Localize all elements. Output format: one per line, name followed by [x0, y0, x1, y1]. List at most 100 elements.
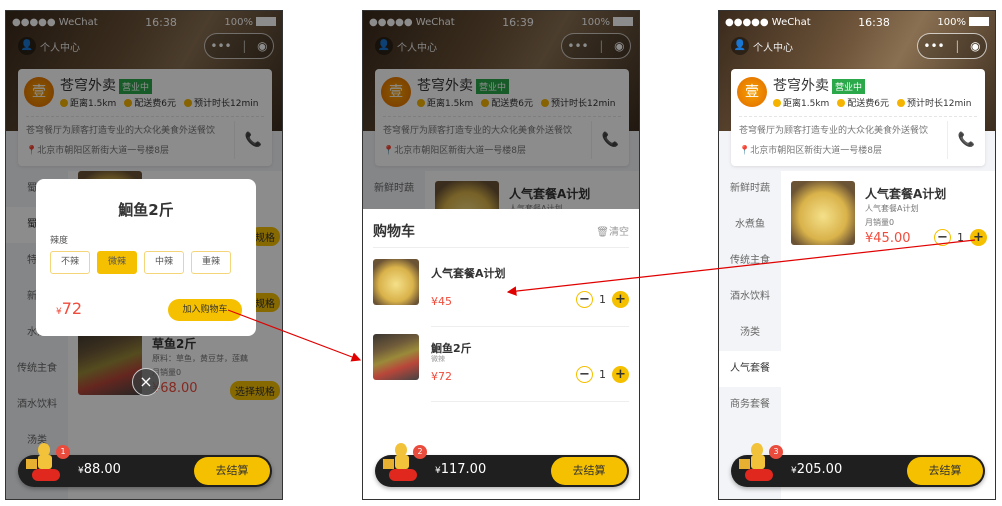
divider	[431, 401, 629, 402]
store-address: 北京市朝阳区新街大道一号楼8层	[750, 146, 882, 156]
category-item[interactable]: 传统主食	[719, 243, 781, 279]
cart-count-badge: 3	[769, 445, 783, 459]
cart-title: 购物车	[373, 224, 415, 240]
cart-item-price: ¥72	[431, 370, 452, 383]
eta: 预计时长12min	[907, 99, 972, 109]
cart-item-price: ¥45	[431, 295, 452, 308]
category-item[interactable]: 商务套餐	[719, 387, 781, 423]
user-center-link[interactable]: 👤 个人中心	[731, 37, 793, 55]
store-status-badge: 营业中	[832, 78, 866, 94]
user-center-label: 个人中心	[753, 42, 793, 54]
cart-bar: 2 ¥117.00 去结算	[375, 443, 629, 487]
phone-call-icon[interactable]: 📞	[947, 121, 985, 159]
spice-option[interactable]: 不辣	[50, 251, 90, 274]
divider	[431, 326, 629, 327]
spice-level-label: 辣度	[50, 236, 69, 246]
delivery-rider-icon[interactable]	[26, 443, 60, 483]
delivery-rider-icon[interactable]	[739, 443, 773, 483]
cart-item-image	[373, 259, 419, 305]
modal-price: ¥72	[56, 299, 82, 318]
close-modal-icon[interactable]: ×	[132, 368, 160, 396]
cart-item-spec: 微辣	[431, 355, 445, 363]
phone-screen-3: ●●●●● WeChat 16:38 100% 👤 个人中心 ••• | ◉ 壹 苍穹外卖…	[718, 10, 996, 500]
quantity-stepper: −1 +	[576, 366, 629, 383]
dish-description: 人气套餐A计划	[865, 204, 919, 213]
cart-count-badge: 2	[413, 445, 427, 459]
store-name-row: 苍穹外卖 营业中	[773, 75, 866, 95]
store-name: 苍穹外卖	[773, 78, 829, 94]
cart-total: ¥88.00	[78, 462, 121, 477]
cart-item-name: 人气套餐A计划	[431, 267, 506, 280]
clear-label: 清空	[609, 227, 629, 238]
mini-program-capsule: ••• | ◉	[917, 33, 987, 59]
total-value: 117.00	[440, 462, 487, 477]
category-item[interactable]: 汤类	[719, 315, 781, 351]
cart-count-badge: 1	[56, 445, 70, 459]
cart-total: ¥117.00	[435, 462, 486, 477]
divider	[373, 247, 629, 248]
quantity-value: 1	[599, 293, 606, 306]
category-item[interactable]: 水煮鱼	[719, 207, 781, 243]
price-value: 72	[61, 299, 83, 318]
phone-screen-1: ●●●●● WeChat 16:38 100% 👤 个人中心 ••• | ◉ 壹 苍穹外卖…	[5, 10, 283, 500]
cart-item: 人气套餐A计划 ¥45 −1 +	[373, 259, 629, 327]
store-description: 苍穹餐厅为顾客打造专业的大众化美食外送餐饮	[739, 126, 929, 136]
spice-options: 不辣 微辣 中辣 重辣	[50, 251, 231, 274]
add-to-cart-button[interactable]: 加入购物车	[168, 299, 242, 321]
spice-option[interactable]: 重辣	[191, 251, 231, 274]
cart-overlay[interactable]	[363, 11, 639, 209]
carrier: ●●●●● WeChat	[725, 16, 811, 28]
spice-option[interactable]: 微辣	[97, 251, 137, 274]
increase-button[interactable]: +	[970, 229, 987, 246]
time-icon	[897, 99, 906, 107]
dish-monthly-sales: 月销量0	[865, 218, 895, 227]
checkout-button[interactable]: 去结算	[907, 457, 983, 485]
decrease-button[interactable]: −	[576, 291, 593, 308]
spice-option[interactable]: 中辣	[144, 251, 184, 274]
total-value: 88.00	[83, 462, 121, 477]
increase-button[interactable]: +	[612, 291, 629, 308]
divider	[739, 116, 977, 117]
decrease-button[interactable]: −	[576, 366, 593, 383]
store-card: 壹 苍穹外卖 营业中 距离1.5km 配送费6元 预计时长12min 苍穹餐厅为顾客打…	[731, 69, 985, 166]
trash-icon: 🗑	[596, 227, 609, 238]
clear-cart-button[interactable]: 🗑清空	[596, 223, 629, 238]
dish-price: ¥45.00	[865, 231, 911, 246]
cart-bar: 3 ¥205.00 去结算	[731, 443, 985, 487]
store-logo: 壹	[737, 77, 767, 107]
distance: 距离1.5km	[783, 99, 830, 109]
category-item[interactable]: 新鲜时蔬	[719, 171, 781, 207]
category-item[interactable]: 人气套餐	[719, 351, 781, 387]
close-target-icon[interactable]: ◉	[970, 39, 980, 53]
phone-screen-2: ●●●●● WeChat 16:39 100% 👤 个人中心 ••• | ◉ 壹 苍穹外卖…	[362, 10, 640, 500]
modal-title: 鮰鱼2斤	[118, 201, 174, 219]
dish-name: 人气套餐A计划	[865, 187, 947, 201]
quantity-value: 1	[957, 231, 964, 244]
status-time: 16:38	[858, 15, 890, 29]
cart-total: ¥205.00	[791, 462, 842, 477]
dish-image	[791, 181, 855, 245]
quantity-stepper: −1 +	[934, 229, 987, 246]
increase-button[interactable]: +	[612, 366, 629, 383]
battery-icon	[969, 17, 989, 26]
checkout-button[interactable]: 去结算	[194, 457, 270, 485]
dish-list: 人气套餐A计划 人气套餐A计划 月销量0 ¥45.00 −1 +	[781, 171, 995, 499]
total-value: 205.00	[796, 462, 843, 477]
battery: 100%	[937, 17, 989, 28]
fee-icon	[837, 99, 846, 107]
delivery-fee: 配送费6元	[847, 99, 890, 109]
store-meta: 距离1.5km 配送费6元 预计时长12min	[773, 96, 971, 109]
quantity-stepper: −1 +	[576, 291, 629, 308]
cart-bar: 1 ¥88.00 去结算	[18, 443, 272, 487]
store-address-row: 📍北京市朝阳区新街大道一号楼8层	[739, 143, 882, 156]
cart-item: 鮰鱼2斤 微辣 ¥72 −1 +	[373, 334, 629, 402]
spec-modal: 鮰鱼2斤 辣度 不辣 微辣 中辣 重辣 ¥72 加入购物车	[36, 179, 256, 336]
cart-item-image	[373, 334, 419, 380]
quantity-value: 1	[599, 368, 606, 381]
delivery-rider-icon[interactable]	[383, 443, 417, 483]
clock-icon	[773, 99, 781, 107]
decrease-button[interactable]: −	[934, 229, 951, 246]
more-icon[interactable]: •••	[923, 39, 944, 53]
checkout-button[interactable]: 去结算	[551, 457, 627, 485]
category-item[interactable]: 酒水饮料	[719, 279, 781, 315]
